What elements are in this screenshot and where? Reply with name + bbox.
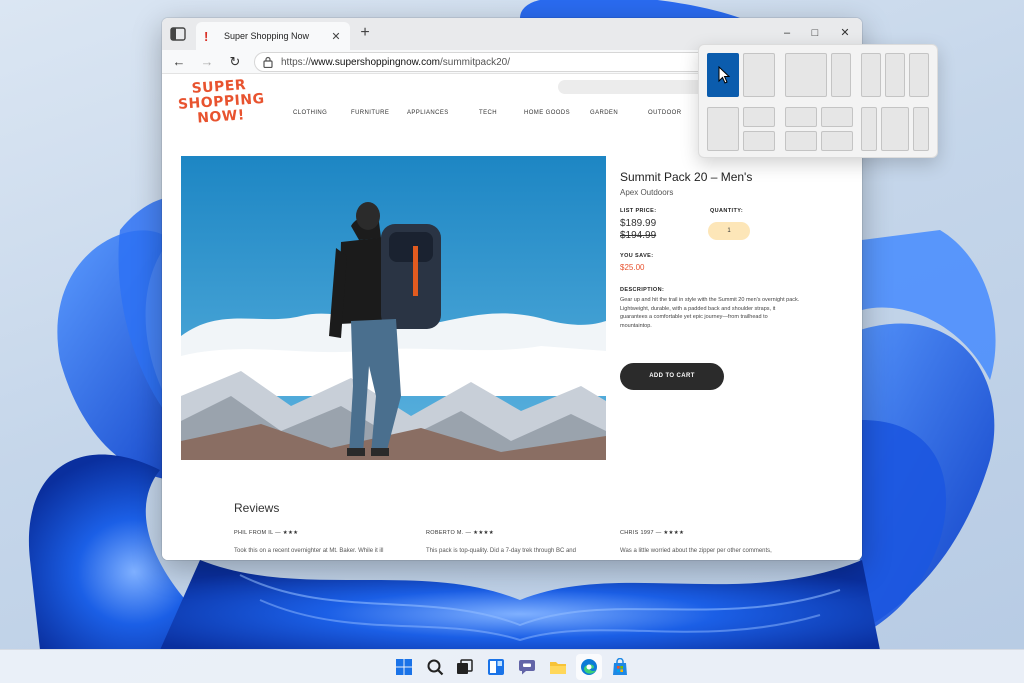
nav-furniture[interactable]: FURNITURE bbox=[351, 110, 389, 116]
current-price: $189.99 bbox=[620, 218, 657, 229]
nav-tech[interactable]: TECH bbox=[479, 110, 497, 116]
review-author: ROBERTO M. — ★★★★ bbox=[426, 530, 495, 536]
start-icon[interactable] bbox=[395, 658, 413, 676]
review-author: PHIL FROM IL — ★★★ bbox=[234, 530, 299, 536]
product-brand: Apex Outdoors bbox=[620, 188, 674, 197]
refresh-icon[interactable]: ↻ bbox=[226, 53, 244, 71]
quantity-label: QUANTITY: bbox=[710, 208, 744, 214]
widgets-icon[interactable] bbox=[487, 658, 505, 676]
close-window-button[interactable]: ✕ bbox=[832, 24, 858, 42]
snap-zone-side-right[interactable] bbox=[913, 107, 929, 151]
snap-zone-grid-top-left[interactable] bbox=[785, 107, 817, 127]
snap-zone-half-left[interactable] bbox=[707, 107, 739, 151]
snap-zone-grid-top-right[interactable] bbox=[821, 107, 853, 127]
snap-zone-center[interactable] bbox=[881, 107, 909, 151]
review-text: This pack is top-quality. Did a 7-day tr… bbox=[426, 548, 576, 554]
new-tab-button[interactable]: + bbox=[356, 24, 374, 42]
snap-zone-grid-bottom-left[interactable] bbox=[785, 131, 817, 151]
site-favicon-icon: ! bbox=[204, 28, 209, 44]
lock-icon bbox=[263, 56, 273, 68]
snap-layouts-flyout bbox=[698, 44, 938, 158]
nav-home-goods[interactable]: HOME GOODS bbox=[524, 110, 570, 116]
back-arrow-icon[interactable]: ← bbox=[170, 53, 188, 71]
product-image bbox=[181, 156, 606, 460]
you-save-amount: $25.00 bbox=[620, 263, 645, 272]
review-text: Took this on a recent overnighter at Mt.… bbox=[234, 548, 384, 554]
snap-zone-right-half[interactable] bbox=[743, 53, 775, 97]
add-to-cart-button[interactable]: ADD TO CART bbox=[620, 363, 724, 390]
snap-zone-grid-bottom-right[interactable] bbox=[821, 131, 853, 151]
file-explorer-icon[interactable] bbox=[549, 658, 567, 676]
snap-zone-third-left[interactable] bbox=[861, 53, 881, 97]
you-save-label: YOU SAVE: bbox=[620, 253, 654, 259]
review-author: CHRIS 1997 — ★★★★ bbox=[620, 530, 685, 536]
taskbar bbox=[0, 649, 1024, 683]
tab-title: Super Shopping Now bbox=[224, 31, 310, 41]
nav-appliances[interactable]: APPLIANCES bbox=[407, 110, 449, 116]
product-description: Gear up and hit the trail in style with … bbox=[620, 297, 800, 329]
nav-clothing[interactable]: CLOTHING bbox=[293, 110, 327, 116]
snap-zone-quarter-top-right[interactable] bbox=[743, 107, 775, 127]
edge-icon[interactable] bbox=[580, 658, 598, 676]
url-text: https://www.supershoppingnow.com/summitp… bbox=[281, 56, 511, 68]
tab-super-shopping-now[interactable]: ! Super Shopping Now ✕ bbox=[196, 22, 350, 50]
maximize-button[interactable]: □ bbox=[802, 24, 828, 42]
description-label: DESCRIPTION: bbox=[620, 287, 665, 293]
site-search-bar[interactable] bbox=[558, 80, 718, 94]
list-price-label: LIST PRICE: bbox=[620, 208, 657, 214]
tab-close-icon[interactable]: ✕ bbox=[330, 30, 342, 43]
nav-outdoor[interactable]: OUTDOOR bbox=[648, 110, 681, 116]
tab-actions-icon[interactable] bbox=[170, 27, 186, 41]
review-text: Was a little worried about the zipper pe… bbox=[620, 548, 772, 554]
reviews-heading: Reviews bbox=[234, 501, 280, 515]
snap-zone-wide-left[interactable] bbox=[785, 53, 827, 97]
nav-garden[interactable]: GARDEN bbox=[590, 110, 618, 116]
teams-chat-icon[interactable] bbox=[518, 658, 536, 676]
store-icon[interactable] bbox=[611, 658, 629, 676]
forward-arrow-icon[interactable]: → bbox=[198, 53, 216, 71]
snap-zone-narrow-right[interactable] bbox=[831, 53, 851, 97]
mouse-pointer-icon bbox=[718, 66, 730, 84]
old-price: $194.99 bbox=[620, 230, 657, 241]
search-icon[interactable] bbox=[426, 658, 444, 676]
task-view-icon[interactable] bbox=[456, 658, 474, 676]
site-logo[interactable]: SUPER SHOPPING NOW! bbox=[177, 77, 266, 128]
snap-zone-third-right[interactable] bbox=[909, 53, 929, 97]
minimize-button[interactable]: – bbox=[774, 24, 800, 42]
snap-zone-side-left[interactable] bbox=[861, 107, 877, 151]
product-title: Summit Pack 20 – Men's bbox=[620, 170, 753, 184]
quantity-input[interactable]: 1 bbox=[708, 222, 750, 240]
snap-zone-quarter-bottom-right[interactable] bbox=[743, 131, 775, 151]
snap-zone-third-middle[interactable] bbox=[885, 53, 905, 97]
url-input[interactable]: https://www.supershoppingnow.com/summitp… bbox=[254, 52, 708, 72]
hiker-photo bbox=[181, 156, 606, 460]
